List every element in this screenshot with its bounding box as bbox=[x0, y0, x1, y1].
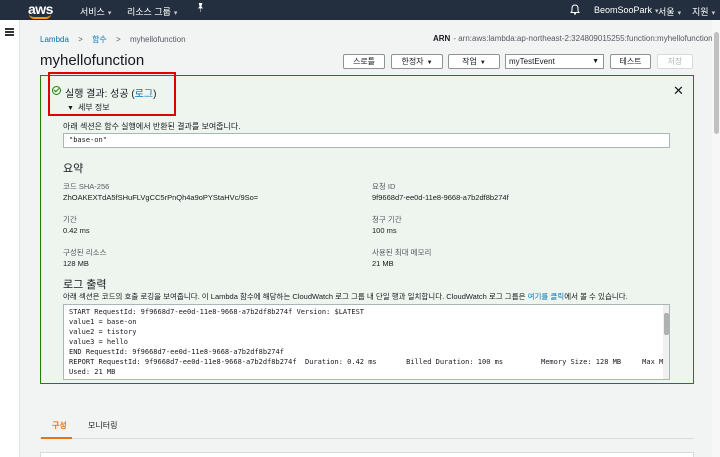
configuration-card bbox=[40, 452, 694, 457]
log-output-title: 로그 출력 bbox=[63, 279, 107, 291]
region-label: 서울 bbox=[658, 7, 675, 17]
chevron-down-icon: ▾ bbox=[173, 10, 178, 17]
actions-label: 작업 bbox=[462, 57, 477, 66]
breadcrumb-lambda[interactable]: Lambda bbox=[40, 35, 69, 44]
log-line: START RequestId: 9f9668d7-ee0d-11e8-9668… bbox=[69, 308, 365, 316]
top-navigation-bar: aws 서비스 ▾ 리소스 그룹 ▾ BeomSooPark ▾ 서울 ▾ 지원 ▾ bbox=[0, 0, 720, 20]
pushpin-icon[interactable] bbox=[196, 3, 205, 15]
qualifiers-label: 한정자 bbox=[401, 57, 424, 66]
arn-value: - arn:aws:lambda:ap-northeast-2:32480901… bbox=[453, 34, 713, 43]
breadcrumb-current: myhellofunction bbox=[129, 35, 186, 44]
return-value: "base-on" bbox=[69, 136, 107, 144]
log-line: Used: 21 MB bbox=[69, 368, 116, 376]
max-memory-value: 21 MB bbox=[372, 259, 394, 268]
bell-icon[interactable] bbox=[570, 4, 580, 15]
log-line: value3 = hello bbox=[69, 338, 129, 346]
qualifiers-button[interactable]: 한정자 ▼ bbox=[391, 54, 443, 69]
close-icon[interactable]: ✕ bbox=[673, 83, 684, 99]
breadcrumb-separator: > bbox=[78, 35, 83, 44]
code-sha-value: ZhOAKEXTdA5fSHuFLVgCC5rPnQh4a9oPYStaHVc/… bbox=[63, 193, 259, 202]
return-description: 아래 섹션은 함수 실행에서 반환된 결과를 보여줍니다. bbox=[63, 122, 241, 131]
configured-resources-value: 128 MB bbox=[63, 259, 89, 268]
tab-configuration[interactable]: 구성 bbox=[52, 420, 67, 431]
throttle-button[interactable]: 스로틀 bbox=[343, 54, 385, 69]
active-tab-indicator bbox=[41, 437, 72, 439]
test-event-select[interactable]: myTestEvent ▼ bbox=[505, 54, 604, 69]
request-id-label: 요청 ID bbox=[372, 182, 396, 191]
arn-label: ARN bbox=[433, 34, 451, 43]
breadcrumb-functions[interactable]: 함수 bbox=[92, 35, 107, 44]
breadcrumb: Lambda > 함수 > myhellofunction bbox=[40, 34, 186, 45]
support-label: 지원 bbox=[692, 7, 709, 17]
save-button[interactable]: 저장 bbox=[657, 54, 693, 69]
sidebar bbox=[0, 20, 20, 457]
chevron-down-icon: ▼ bbox=[479, 60, 486, 66]
chevron-down-icon: ▼ bbox=[592, 58, 599, 65]
save-label: 저장 bbox=[667, 57, 683, 66]
log-line: REPORT RequestId: 9f9668d7-ee0d-11e8-966… bbox=[69, 358, 670, 366]
max-memory-label: 사용된 최대 메모리 bbox=[372, 248, 432, 257]
breadcrumb-separator: > bbox=[116, 35, 121, 44]
page-title: myhellofunction bbox=[40, 52, 145, 69]
test-button[interactable]: 테스트 bbox=[610, 54, 651, 69]
code-sha-label: 코드 SHA-256 bbox=[63, 182, 110, 191]
duration-value: 0.42 ms bbox=[63, 226, 90, 235]
aws-logo-smile bbox=[29, 14, 51, 19]
region-menu[interactable]: 서울 ▾ bbox=[658, 5, 681, 18]
highlight-annotation-box bbox=[48, 72, 176, 116]
test-label: 테스트 bbox=[619, 57, 642, 66]
chevron-down-icon: ▾ bbox=[107, 10, 112, 17]
log-desc-prefix: 아래 섹션은 코드의 호출 로깅을 보여줍니다. 이 Lambda 함수에 해당… bbox=[63, 292, 528, 301]
cloudwatch-link[interactable]: 여기를 클릭 bbox=[528, 292, 565, 301]
chevron-down-icon: ▾ bbox=[711, 10, 716, 17]
return-value-box: "base-on" bbox=[63, 133, 670, 148]
actions-button[interactable]: 작업 ▼ bbox=[448, 54, 500, 69]
services-menu[interactable]: 서비스 ▾ bbox=[80, 5, 111, 18]
request-id-value: 9f9668d7-ee0d-11e8-9668-a7b2df8b274f bbox=[372, 193, 509, 202]
resource-groups-label: 리소스 그룹 bbox=[127, 7, 171, 17]
summary-title: 요약 bbox=[63, 163, 84, 175]
throttle-label: 스로틀 bbox=[352, 57, 376, 66]
chevron-down-icon: ▼ bbox=[426, 60, 433, 66]
duration-label: 기간 bbox=[63, 215, 77, 224]
log-description: 아래 섹션은 코드의 호출 로깅을 보여줍니다. 이 Lambda 함수에 해당… bbox=[63, 291, 628, 302]
log-scrollbar-thumb[interactable] bbox=[664, 313, 669, 335]
page-scrollbar-thumb[interactable] bbox=[714, 32, 719, 134]
billed-duration-label: 청구 기간 bbox=[372, 215, 402, 224]
menu-icon[interactable] bbox=[5, 28, 14, 36]
configured-resources-label: 구성된 리소스 bbox=[63, 248, 107, 257]
tabs-divider bbox=[40, 438, 694, 439]
billed-duration-value: 100 ms bbox=[372, 226, 397, 235]
function-arn: ARN - arn:aws:lambda:ap-northeast-2:32480… bbox=[433, 34, 713, 43]
log-line: value2 = tistory bbox=[69, 328, 137, 336]
user-name: BeomSooPark bbox=[594, 5, 653, 15]
test-event-value: myTestEvent bbox=[509, 57, 555, 66]
tab-monitoring[interactable]: 모니터링 bbox=[88, 420, 117, 431]
support-menu[interactable]: 지원 ▾ bbox=[692, 5, 715, 18]
services-label: 서비스 bbox=[80, 7, 105, 17]
log-line: value1 = base-on bbox=[69, 318, 137, 326]
log-desc-suffix: 에서 볼 수 있습니다. bbox=[564, 292, 628, 301]
log-output-box[interactable]: START RequestId: 9f9668d7-ee0d-11e8-9668… bbox=[63, 304, 670, 380]
chevron-down-icon: ▾ bbox=[677, 10, 682, 17]
user-menu[interactable]: BeomSooPark ▾ bbox=[594, 5, 659, 15]
log-line: END RequestId: 9f9668d7-ee0d-11e8-9668-a… bbox=[69, 348, 284, 356]
resource-groups-menu[interactable]: 리소스 그룹 ▾ bbox=[127, 5, 177, 18]
